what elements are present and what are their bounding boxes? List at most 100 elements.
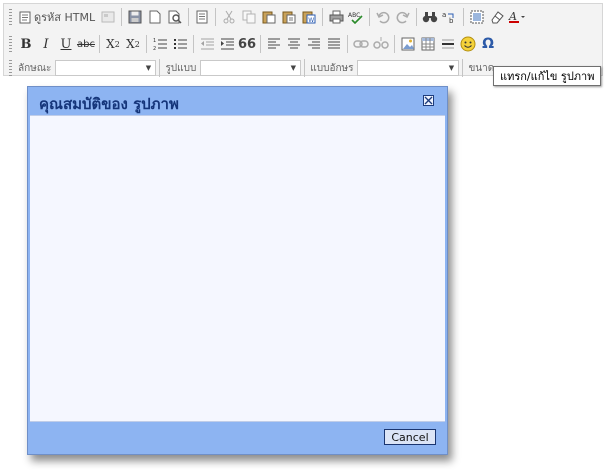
justify-icon <box>328 38 341 49</box>
preview-icon <box>168 10 182 24</box>
image-properties-dialog: คุณสมบัติของ รูปภาพ Cancel <box>27 86 448 455</box>
style-combo[interactable]: ▼ <box>55 60 157 76</box>
dialog-title: คุณสมบัติของ รูปภาพ <box>39 95 179 113</box>
cancel-button[interactable]: Cancel <box>384 429 436 445</box>
source-label: ดูรหัส HTML <box>34 11 96 24</box>
format-label: รูปแบบ <box>165 62 197 74</box>
superscript-button[interactable]: X2 <box>123 34 143 54</box>
blockquote-button[interactable]: 66 <box>237 34 257 54</box>
numbered-list-icon: 12 <box>153 38 167 51</box>
select-all-button[interactable] <box>467 7 487 27</box>
svg-text:2: 2 <box>153 46 156 51</box>
toolbar-grip[interactable] <box>9 9 12 25</box>
bold-button[interactable]: B <box>16 34 36 54</box>
image-icon <box>401 37 415 51</box>
font-combo[interactable]: ▼ <box>357 60 460 76</box>
align-right-button[interactable] <box>304 34 324 54</box>
copy-button[interactable] <box>239 7 259 27</box>
numbered-list-button[interactable]: 12 <box>150 34 170 54</box>
source-button[interactable]: ดูรหัส HTML <box>16 7 98 27</box>
horizontal-rule-icon <box>442 39 455 49</box>
toolbar-separator <box>394 35 396 53</box>
subscript-button[interactable]: X2 <box>103 34 123 54</box>
toolbar-row-3: ลักษณะ ▼ รูปแบบ ▼ แบบอักษร ▼ ขนาด <box>8 56 498 80</box>
close-button[interactable] <box>423 95 434 106</box>
table-icon <box>421 37 435 51</box>
undo-button[interactable] <box>373 7 393 27</box>
superscript-label: X <box>126 37 135 51</box>
chevron-down-icon[interactable]: ▼ <box>141 61 155 75</box>
outdent-button[interactable] <box>197 34 217 54</box>
subscript-mark: 2 <box>114 39 120 49</box>
superscript-mark: 2 <box>134 39 140 49</box>
link-icon <box>353 40 369 48</box>
save-button[interactable] <box>125 7 145 27</box>
link-button[interactable] <box>351 34 371 54</box>
toolbar-separator <box>99 35 100 53</box>
align-right-icon <box>308 38 321 49</box>
italic-button[interactable]: I <box>36 34 56 54</box>
text-color-icon: A <box>508 10 526 23</box>
svg-text:b: b <box>449 17 454 24</box>
format-combo[interactable]: ▼ <box>200 60 302 76</box>
paste-button[interactable] <box>259 7 279 27</box>
toolbar-grip[interactable] <box>9 36 12 52</box>
bulleted-list-icon <box>174 39 187 49</box>
replace-button[interactable]: ab <box>440 7 460 27</box>
find-button[interactable] <box>420 7 440 27</box>
horizontal-rule-button[interactable] <box>438 34 458 54</box>
toolbar-separator <box>347 35 349 53</box>
align-center-button[interactable] <box>284 34 304 54</box>
cut-button[interactable] <box>219 7 239 27</box>
unlink-button[interactable] <box>371 34 391 54</box>
smiley-button[interactable] <box>458 34 478 54</box>
bulleted-list-button[interactable] <box>170 34 190 54</box>
svg-text:ABC: ABC <box>348 12 360 19</box>
align-left-button[interactable] <box>264 34 284 54</box>
templates-button[interactable] <box>98 7 118 27</box>
new-page-icon <box>149 10 161 24</box>
new-page-button[interactable] <box>145 7 165 27</box>
print-button[interactable] <box>326 7 346 27</box>
justify-button[interactable] <box>324 34 344 54</box>
remove-format-button[interactable] <box>487 7 507 27</box>
chevron-down-icon[interactable]: ▼ <box>444 61 458 75</box>
templates-icon <box>101 11 115 23</box>
indent-button[interactable] <box>217 34 237 54</box>
dialog-body <box>30 115 445 422</box>
undo-icon <box>376 11 390 24</box>
paste-text-icon <box>282 11 296 24</box>
spellcheck-button[interactable]: ABC <box>346 7 366 27</box>
paste-text-button[interactable] <box>279 7 299 27</box>
toolbar-row-1: ดูรหัส HTML W ABC a b A <box>8 5 527 29</box>
binoculars-icon <box>422 12 438 23</box>
redo-icon <box>396 11 410 24</box>
preview-button[interactable] <box>165 7 185 27</box>
table-button[interactable] <box>418 34 438 54</box>
font-label: แบบอักษร <box>310 62 354 74</box>
text-color-button[interactable]: A <box>507 7 527 27</box>
style-label: ลักษณะ <box>18 62 52 74</box>
strikethrough-button[interactable]: abc <box>76 34 96 54</box>
toolbar-separator <box>215 8 217 26</box>
redo-button[interactable] <box>393 7 413 27</box>
paste-word-icon: W <box>302 11 316 24</box>
image-button[interactable] <box>398 34 418 54</box>
select-all-icon <box>470 10 484 24</box>
toolbar-separator <box>463 8 465 26</box>
paste-word-button[interactable]: W <box>299 7 319 27</box>
indent-icon <box>221 38 234 50</box>
toolbar-separator <box>146 35 147 53</box>
underline-button[interactable]: U <box>56 34 76 54</box>
templates-icon <box>196 10 208 24</box>
spellcheck-icon: ABC <box>348 12 363 24</box>
toolbar-grip[interactable] <box>9 60 12 76</box>
smiley-icon <box>460 36 476 52</box>
toolbar-separator <box>322 8 324 26</box>
toolbar-separator <box>304 59 306 77</box>
scissors-icon <box>223 10 235 24</box>
chevron-down-icon[interactable]: ▼ <box>286 61 300 75</box>
document-code-icon <box>19 11 31 23</box>
special-char-button[interactable]: Ω <box>478 34 498 54</box>
document-properties-button[interactable] <box>192 7 212 27</box>
